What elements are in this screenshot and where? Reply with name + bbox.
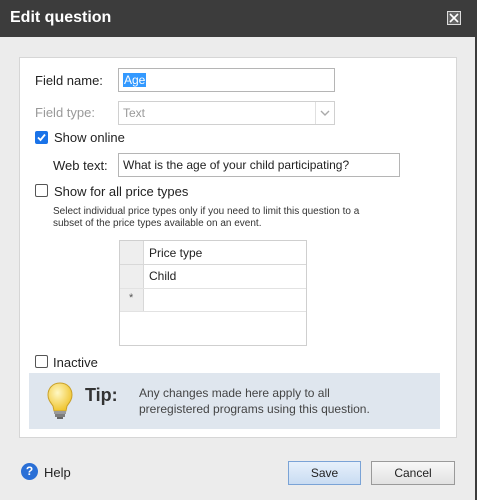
field-type-select[interactable]: Text [118,101,335,125]
lightbulb-icon [47,382,73,419]
grid-row-selector[interactable] [120,265,144,288]
inactive-label: Inactive [53,355,98,370]
grid-header [120,241,306,265]
dialog-title: Edit question [10,9,112,26]
grid-cell-price-type[interactable]: Child [149,269,176,283]
show-online-checkbox[interactable] [35,131,48,144]
field-name-input[interactable]: Age [118,68,335,92]
tip-title: Tip: [85,385,118,405]
web-text-input[interactable]: What is the age of your child participat… [118,153,400,177]
show-all-price-types-checkbox[interactable] [35,184,48,197]
web-text-label: Web text: [53,158,108,173]
inactive-checkbox[interactable] [35,355,48,368]
price-types-note-line1: Select individual price types only if yo… [53,206,360,217]
grid-header-rowhead [120,241,144,264]
tip-text: Any changes made here apply to all prere… [139,385,409,417]
close-icon [449,13,459,23]
show-all-price-types-label: Show for all price types [54,184,189,199]
field-name-value: Age [123,73,147,87]
price-type-grid: Price type Child * [119,240,307,346]
field-type-value: Text [123,106,146,120]
field-name-label: Field name: [35,73,103,88]
tip-text-line1: Any changes made here apply to all [139,386,330,400]
grid-row-divider [120,288,306,289]
save-button[interactable]: Save [288,461,361,485]
grid-row-divider [120,311,306,312]
close-button[interactable] [447,11,461,25]
tip-text-line2: preregistered programs using this questi… [139,402,370,416]
grid-new-row-marker: * [129,292,134,304]
dialog-titlebar: Edit question [0,0,475,37]
grid-column-header-price-type: Price type [149,246,203,260]
chevron-down-icon [315,102,334,124]
help-link[interactable]: Help [44,465,71,480]
cancel-button[interactable]: Cancel [371,461,455,485]
checkmark-icon [37,133,46,142]
price-types-note-line2: subset of the price types available on a… [53,218,262,229]
edit-question-dialog: Edit question Field name: Age Field type… [0,0,477,500]
help-icon[interactable]: ? [21,463,38,480]
show-online-label: Show online [54,130,125,145]
field-type-label: Field type: [35,105,95,120]
